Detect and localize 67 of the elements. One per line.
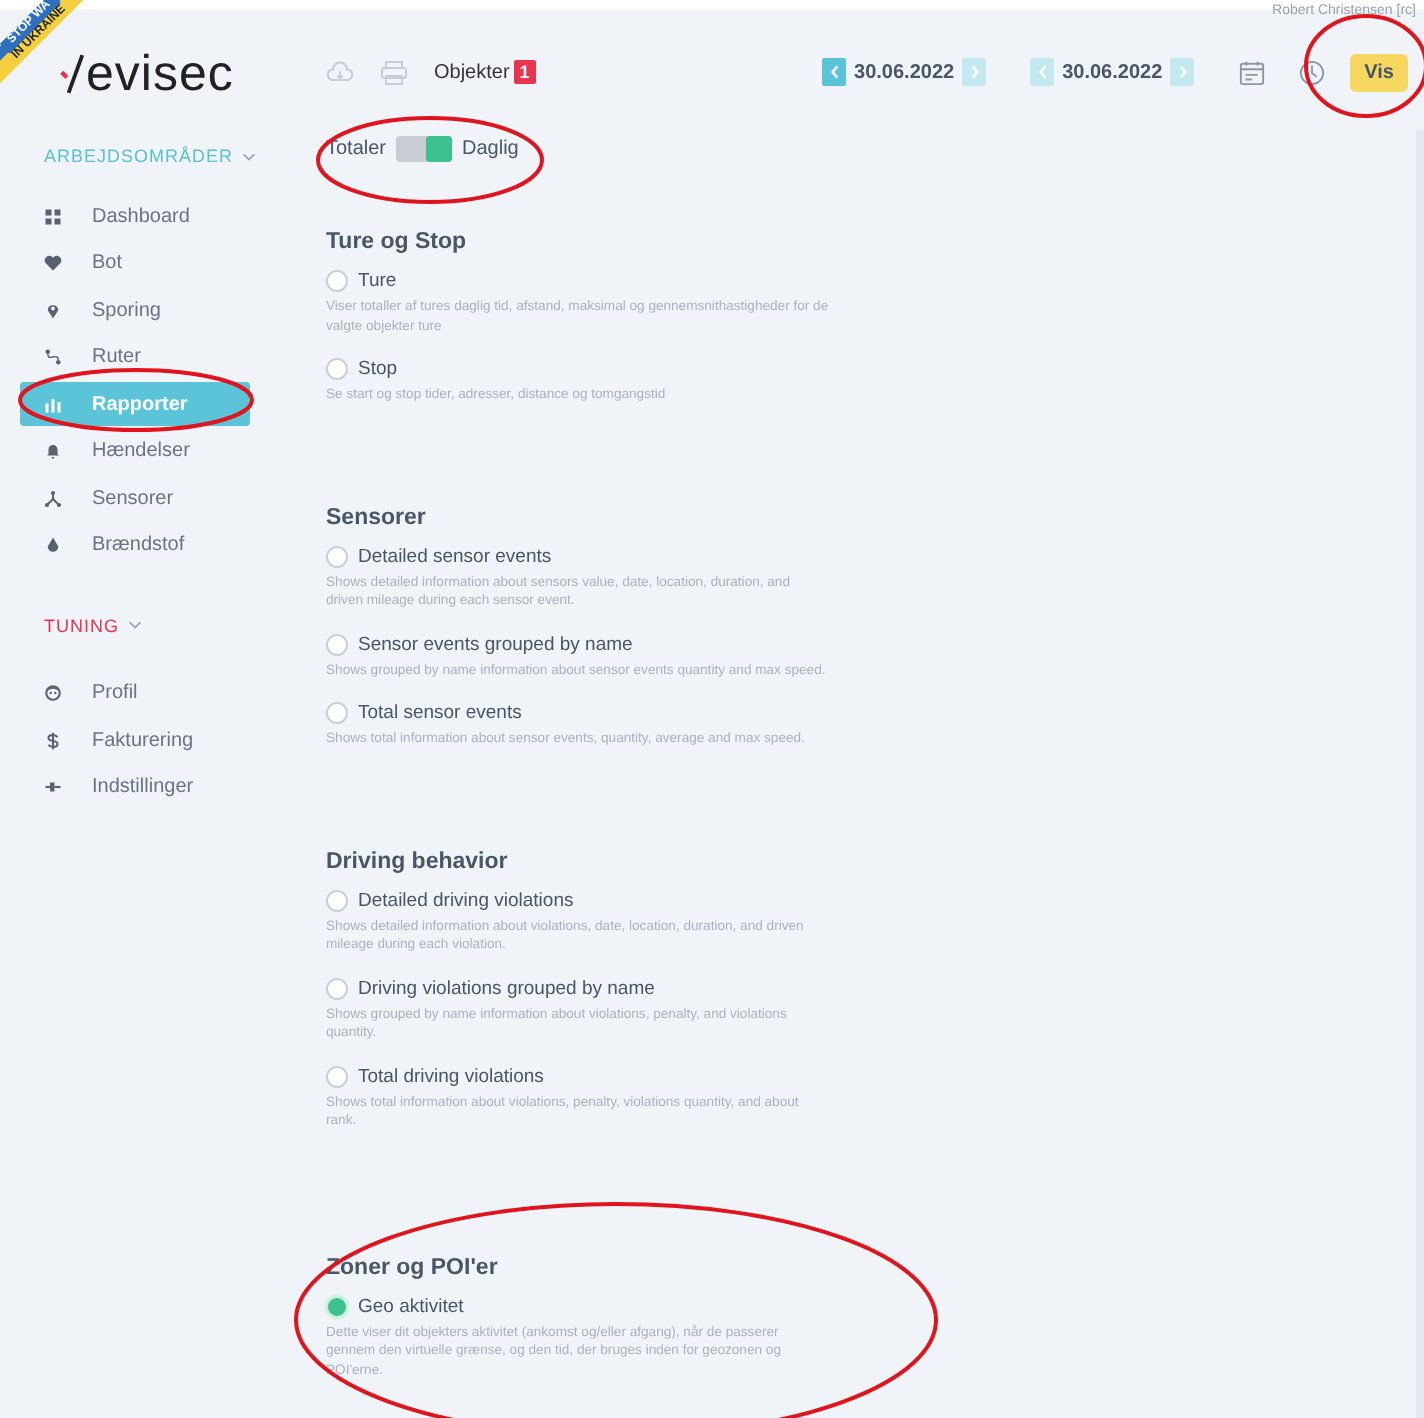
option-label[interactable]: Driving violations grouped by name — [358, 977, 655, 999]
toggle-label: Totaler — [326, 138, 387, 160]
face-icon — [44, 684, 62, 702]
printer-icon[interactable] — [380, 59, 408, 85]
drop-icon — [44, 536, 62, 554]
logo-text: evisec — [86, 45, 234, 103]
toggle-label: Daglig — [462, 138, 519, 160]
option-label[interactable]: Total driving violations — [358, 1065, 544, 1087]
chevron-down-icon — [127, 620, 141, 630]
route-icon — [44, 348, 62, 366]
radio-button[interactable] — [326, 545, 348, 567]
option-label[interactable]: Total sensor events — [358, 702, 522, 724]
radio-button[interactable] — [326, 1295, 348, 1317]
nav-item[interactable]: Fakturering — [20, 718, 250, 762]
bell-icon — [44, 442, 62, 460]
nav-item[interactable]: Sporing — [20, 288, 250, 332]
radio-button[interactable] — [326, 889, 348, 911]
nav-item[interactable]: Sensorer — [20, 476, 250, 520]
clock-icon[interactable] — [1298, 59, 1327, 85]
radio-button[interactable] — [326, 358, 348, 380]
pin-icon — [44, 301, 62, 319]
show-button[interactable]: Vis — [1350, 53, 1408, 91]
next-date-button[interactable] — [1170, 58, 1195, 86]
count-badge: 1 — [513, 60, 536, 84]
heart-icon — [44, 254, 62, 272]
date-field[interactable]: 30.06.2022 — [854, 61, 955, 83]
option-label[interactable]: Detailed sensor events — [358, 545, 552, 567]
objects-label[interactable]: Objekter — [434, 61, 510, 83]
option-label[interactable]: Detailed driving violations — [358, 889, 574, 911]
logo-mark-icon — [60, 52, 84, 96]
date-field[interactable]: 30.06.2022 — [1062, 61, 1163, 83]
grid-icon — [44, 207, 62, 225]
cloud-download-icon[interactable] — [326, 59, 354, 85]
nav-item[interactable]: Hændelser — [20, 429, 250, 473]
section-heading: Ture og Stop — [326, 230, 469, 254]
option-label[interactable]: Geo aktivitet — [358, 1295, 464, 1317]
option-label[interactable]: Stop — [358, 358, 398, 380]
nav-item[interactable]: Bot — [20, 241, 250, 285]
option-label[interactable]: Sensor events grouped by name — [358, 633, 633, 655]
section-heading: Sensorer — [326, 505, 428, 529]
nav-item[interactable]: Profil — [20, 671, 250, 715]
network-icon — [44, 489, 62, 507]
chevron-left-icon — [829, 64, 840, 80]
chevron-left-icon — [1037, 64, 1048, 80]
radio-button[interactable] — [326, 633, 348, 655]
nav-item[interactable]: Dashboard — [20, 194, 250, 238]
radio-button[interactable] — [326, 270, 348, 292]
radio-button[interactable] — [326, 702, 348, 724]
radio-button[interactable] — [326, 977, 348, 999]
nav-item[interactable]: Brændstof — [20, 523, 250, 567]
nav-item[interactable]: Ruter — [20, 335, 250, 379]
radio-button[interactable] — [326, 1065, 348, 1087]
option-label[interactable]: Ture — [358, 270, 397, 292]
nav-item[interactable]: Indstillinger — [20, 765, 250, 809]
next-date-button[interactable] — [962, 58, 987, 86]
plug-icon — [44, 778, 62, 796]
chevron-right-icon — [1177, 64, 1188, 80]
section-heading: Driving behavior — [326, 849, 510, 873]
chevron-down-icon — [241, 151, 256, 161]
bar-chart-icon — [44, 395, 62, 413]
chevron-right-icon — [969, 64, 980, 80]
dollar-icon — [44, 731, 62, 749]
previous-date-button[interactable] — [1030, 58, 1055, 86]
section-title[interactable]: TUNING — [0, 615, 300, 635]
previous-date-button[interactable] — [822, 58, 847, 86]
calendar-icon[interactable] — [1238, 59, 1267, 85]
toggle-switch[interactable] — [396, 136, 453, 162]
